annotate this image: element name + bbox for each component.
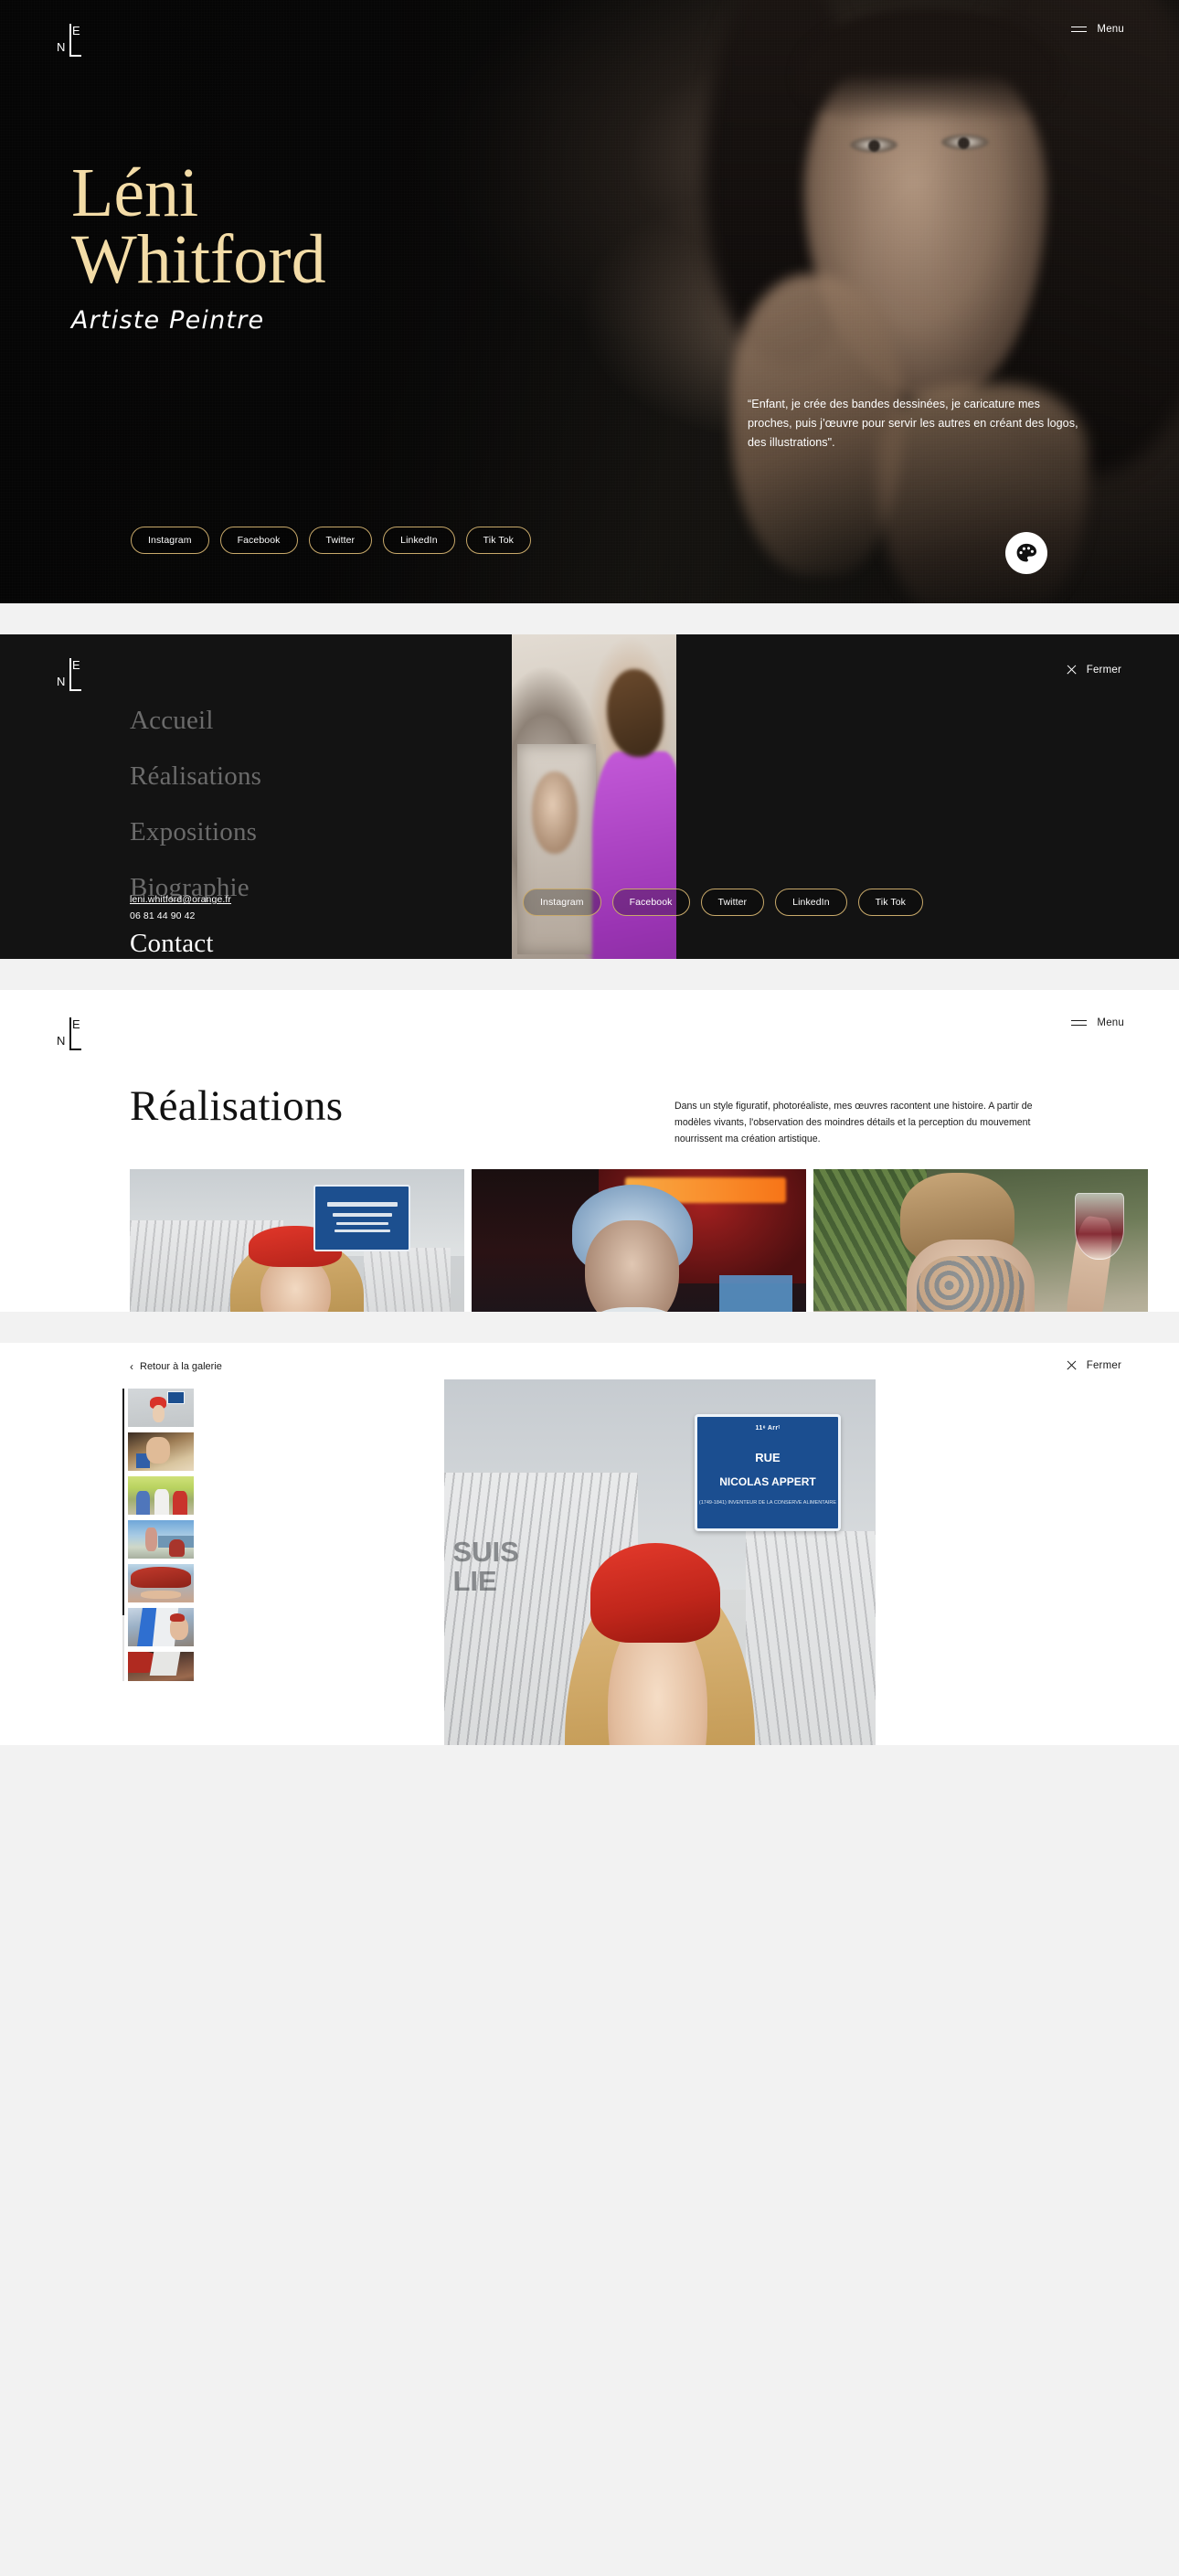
logo-letter-n: N	[57, 40, 66, 54]
thumbnail-7[interactable]	[128, 1652, 194, 1681]
menu-social-instagram[interactable]: Instagram	[523, 889, 601, 916]
street-sign-line1: RUE	[755, 1450, 781, 1464]
brand-logo[interactable]: E N	[55, 24, 88, 62]
close-icon	[1066, 1359, 1078, 1371]
logo-letter-e: E	[72, 658, 80, 672]
street-sign-arrondissement: 11ᵉ Arrᵗ	[755, 1424, 781, 1432]
artist-last-name: Whitford	[71, 220, 326, 298]
logo-stroke-base	[69, 55, 81, 57]
thumbnail-scrollbar[interactable]	[122, 1389, 124, 1681]
realisations-header: E N Menu	[55, 1017, 1124, 1056]
scrollbar-thumb[interactable]	[122, 1389, 124, 1615]
artist-subtitle: Artiste Peintre	[71, 305, 265, 335]
page-root: E N Menu Léni Whitford Artiste Peintre “…	[0, 0, 1179, 1776]
realisations-section: E N Menu Réalisations Dans un style figu…	[0, 990, 1179, 1312]
thumbnail-1[interactable]	[128, 1389, 194, 1427]
page-title: Réalisations	[130, 1082, 344, 1130]
logo-letter-e: E	[72, 24, 80, 37]
contact-email[interactable]: leni.whitford@orange.fr	[130, 894, 231, 905]
brand-logo-realisations[interactable]: E N	[55, 1017, 88, 1056]
artwork-card-tatouages-vin[interactable]	[813, 1169, 1148, 1312]
artwork-grid	[130, 1169, 1148, 1312]
social-link-twitter[interactable]: Twitter	[308, 527, 373, 554]
menu-button-label: Menu	[1097, 1017, 1124, 1028]
thumbnail-5[interactable]	[128, 1564, 194, 1602]
brand-logo-menu[interactable]: E N	[55, 658, 88, 697]
hamburger-icon	[1071, 1019, 1088, 1027]
nav-item-accueil[interactable]: Accueil	[130, 706, 261, 736]
thumbnail-6[interactable]	[128, 1608, 194, 1646]
artwork-graffiti-text: SUIS LIE	[452, 1535, 519, 1598]
contact-details: leni.whitford@orange.fr 06 81 44 90 42	[130, 894, 231, 921]
menu-button-realisations[interactable]: Menu	[1071, 1017, 1124, 1028]
menu-close-label: Fermer	[1086, 664, 1121, 676]
hamburger-icon	[1071, 26, 1088, 33]
menu-social-twitter[interactable]: Twitter	[700, 889, 765, 916]
detail-close-button[interactable]: Fermer	[1066, 1359, 1121, 1371]
back-to-gallery-link[interactable]: ‹ Retour à la galerie	[130, 1361, 222, 1372]
section-gap-2	[0, 959, 1179, 990]
nav-item-expositions[interactable]: Expositions	[130, 817, 261, 847]
thumbnail-2[interactable]	[128, 1432, 194, 1471]
social-link-tiktok[interactable]: Tik Tok	[465, 527, 532, 554]
palette-button[interactable]	[1005, 532, 1047, 574]
hero-quote: “Enfant, je crée des bandes dessinées, j…	[748, 398, 1078, 449]
section-gap-3	[0, 1312, 1179, 1343]
street-sign-dates: (1749-1841) INVENTEUR DE LA CONSERVE ALI…	[698, 1499, 837, 1506]
detail-close-label: Fermer	[1086, 1359, 1121, 1371]
menu-overlay-section: E N Fermer Accueil Réalisations Expositi…	[0, 634, 1179, 959]
palette-icon	[1016, 543, 1037, 562]
thumbnail-strip[interactable]	[128, 1389, 199, 1681]
menu-button-label: Menu	[1097, 24, 1124, 35]
thumbnail-3[interactable]	[128, 1476, 194, 1515]
artwork-street-sign: 11ᵉ Arrᵗ RUE NICOLAS APPERT (1749-1841) …	[694, 1414, 842, 1532]
hero-section: E N Menu Léni Whitford Artiste Peintre “…	[0, 0, 1179, 603]
logo-stroke-lower	[69, 39, 71, 56]
close-icon	[1066, 664, 1078, 676]
artwork-card-je-suis-charlie[interactable]	[130, 1169, 464, 1312]
social-link-linkedin[interactable]: LinkedIn	[383, 527, 455, 554]
back-to-gallery-label: Retour à la galerie	[140, 1361, 222, 1372]
logo-letter-n: N	[57, 675, 66, 688]
section-gap-4	[0, 1745, 1179, 1776]
menu-social-tiktok[interactable]: Tik Tok	[857, 889, 924, 916]
menu-social-links: Instagram Facebook Twitter LinkedIn Tik …	[523, 889, 924, 916]
hero-social-links: Instagram Facebook Twitter LinkedIn Tik …	[131, 527, 532, 554]
realisations-description: Dans un style figuratif, photoréaliste, …	[674, 1101, 1033, 1145]
hero-title-block: Léni Whitford Artiste Peintre	[71, 154, 326, 335]
logo-stroke-upper	[69, 24, 71, 40]
nav-item-realisations[interactable]: Réalisations	[130, 761, 261, 792]
street-sign-line2: NICOLAS APPERT	[719, 1474, 816, 1488]
social-link-instagram[interactable]: Instagram	[131, 527, 209, 554]
social-link-facebook[interactable]: Facebook	[219, 527, 298, 554]
menu-button[interactable]: Menu	[1071, 24, 1124, 35]
artist-first-name: Léni	[71, 154, 199, 231]
artwork-card-urgences[interactable]	[472, 1169, 806, 1312]
artwork-detail-section: ‹ Retour à la galerie Fermer SUIS LIE 11…	[0, 1343, 1179, 1745]
menu-social-facebook[interactable]: Facebook	[611, 889, 690, 916]
menu-panel-logo-wrap: E N	[55, 658, 88, 697]
logo-letter-n: N	[57, 1034, 66, 1048]
thumbnail-4[interactable]	[128, 1520, 194, 1559]
artwork-large-image[interactable]: SUIS LIE 11ᵉ Arrᵗ RUE NICOLAS APPERT (174…	[444, 1379, 876, 1745]
logo-letter-e: E	[72, 1017, 80, 1031]
contact-phone[interactable]: 06 81 44 90 42	[130, 910, 231, 921]
chevron-left-icon: ‹	[130, 1360, 133, 1373]
menu-social-linkedin[interactable]: LinkedIn	[775, 889, 847, 916]
menu-close-button[interactable]: Fermer	[1066, 664, 1121, 676]
nav-item-contact[interactable]: Contact	[130, 929, 261, 959]
hero-header: E N Menu	[55, 24, 1124, 62]
section-gap-1	[0, 603, 1179, 634]
